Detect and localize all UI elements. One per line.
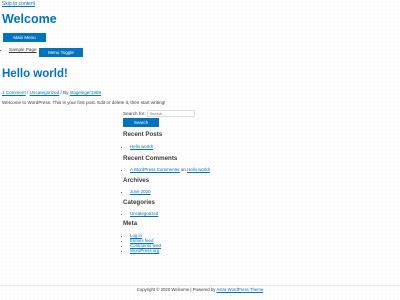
commenter-link[interactable]: A WordPress Commenter (130, 167, 180, 172)
meta-by: / By (59, 90, 70, 95)
recent-posts-list: Hello world! (123, 144, 153, 149)
category-widget-link[interactable]: Uncategorized (130, 211, 158, 216)
list-item: June 2020 (130, 189, 151, 194)
menu-toggle-button[interactable]: Menu Toggle (39, 48, 83, 57)
categories-heading: Categories (123, 199, 155, 206)
commented-post-link[interactable]: Hello world! (187, 167, 210, 172)
post-meta: 1 Comment / Uncategorized / By stagesige… (2, 90, 101, 95)
wordpress-org-link[interactable]: WordPress.org (130, 248, 159, 253)
main-menu-button[interactable]: Main Menu (3, 33, 46, 42)
meta-list: Log in Entries feed Comments feed WordPr… (123, 233, 161, 253)
search-input[interactable] (147, 110, 196, 117)
site-footer: Copyright © 2020 Welcome | Powered by As… (0, 287, 400, 292)
skip-to-content-link[interactable]: Skip to content (2, 1, 35, 7)
post-title[interactable]: Hello world! (2, 68, 68, 80)
primary-nav: Sample Page (2, 47, 37, 52)
archives-heading: Archives (123, 177, 150, 184)
nav-link-sample-page[interactable]: Sample Page (9, 47, 37, 52)
recent-posts-heading: Recent Posts (123, 131, 163, 138)
recent-comments-list: A WordPress Commenter on Hello world! (123, 167, 210, 172)
search-label: Search for: (123, 111, 146, 116)
list-item: A WordPress Commenter on Hello world! (130, 167, 210, 172)
comment-on-text: on (179, 167, 188, 172)
recent-post-link[interactable]: Hello world! (130, 144, 153, 149)
author-link[interactable]: stagesiger1989 (70, 90, 101, 95)
archives-list: June 2020 (123, 189, 151, 194)
footer-text: Copyright © 2020 Welcome | Powered by (136, 287, 217, 292)
theme-link[interactable]: Astra WordPress Theme (216, 287, 263, 292)
recent-comments-heading: Recent Comments (123, 155, 178, 162)
search-form: Search for: (123, 110, 196, 117)
nav-item-sample-page: Sample Page (9, 47, 37, 52)
archive-link[interactable]: June 2020 (130, 189, 151, 194)
category-link[interactable]: Uncategorized (30, 90, 60, 95)
site-title[interactable]: Welcome (2, 12, 57, 26)
post-content: Welcome to WordPress. This is your first… (2, 100, 166, 105)
list-item: WordPress.org (130, 248, 161, 253)
list-item: Hello world! (130, 144, 153, 149)
search-button[interactable]: Search (123, 118, 159, 127)
footer-divider (0, 285, 400, 286)
categories-list: Uncategorized (123, 211, 158, 216)
comments-link[interactable]: 1 Comment (2, 90, 26, 95)
meta-heading: Meta (123, 220, 138, 227)
list-item: Uncategorized (130, 211, 158, 216)
